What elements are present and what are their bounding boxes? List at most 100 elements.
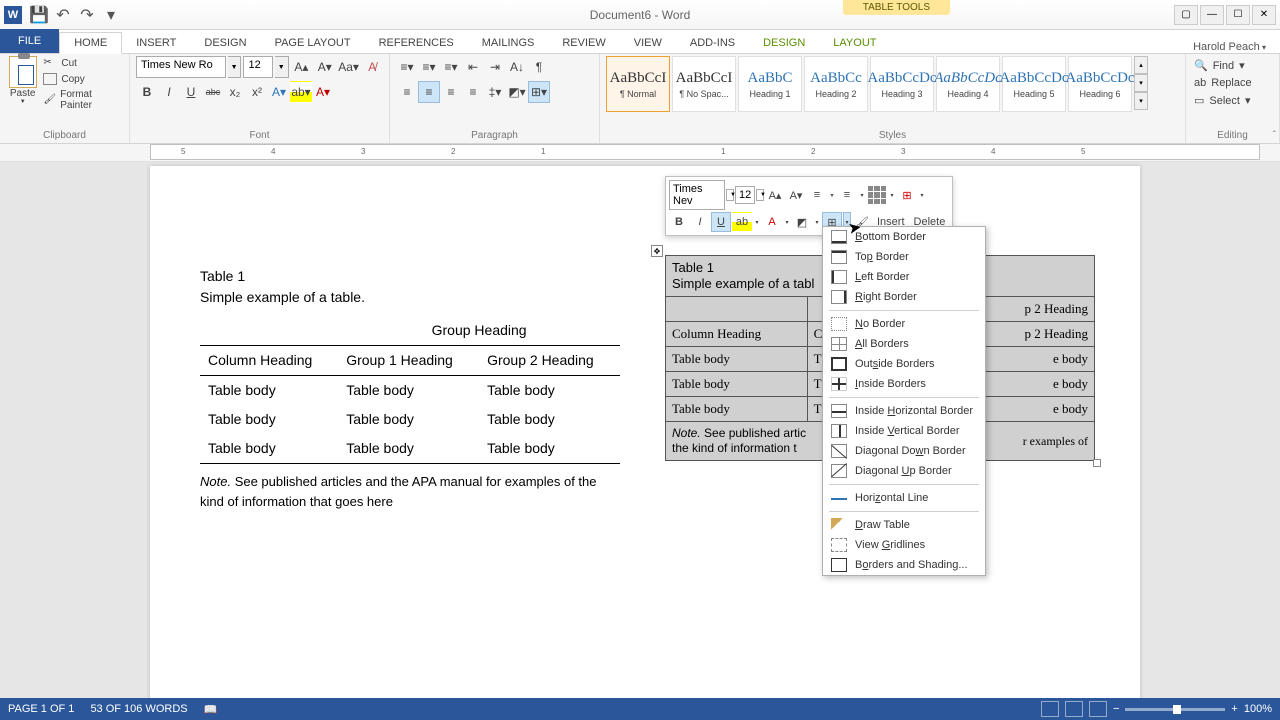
mini-shading[interactable]: ◩ bbox=[792, 212, 812, 232]
style--normal[interactable]: AaBbCcI¶ Normal bbox=[606, 56, 670, 112]
mini-font-color[interactable]: A bbox=[762, 212, 782, 232]
qat-redo[interactable]: ↷ bbox=[76, 4, 98, 26]
shading-button[interactable]: ◩▾ bbox=[506, 81, 528, 103]
format-painter-button[interactable]: 🖌Format Painter bbox=[41, 88, 123, 112]
page-indicator[interactable]: PAGE 1 OF 1 bbox=[8, 703, 74, 715]
styles-gallery[interactable]: AaBbCcI¶ NormalAaBbCcI¶ No Spac...AaBbCH… bbox=[606, 56, 1179, 112]
tab-table-layout[interactable]: LAYOUT bbox=[819, 33, 890, 53]
line-spacing-button[interactable]: ‡▾ bbox=[484, 81, 506, 103]
tab-file[interactable]: FILE bbox=[0, 29, 59, 53]
replace-button[interactable]: abReplace bbox=[1192, 76, 1273, 90]
align-right-button[interactable]: ≡ bbox=[440, 81, 462, 103]
tab-references[interactable]: REFERENCES bbox=[365, 33, 468, 53]
italic-button[interactable]: I bbox=[158, 81, 180, 103]
maximize-button[interactable]: ☐ bbox=[1226, 5, 1250, 25]
web-layout-button[interactable] bbox=[1089, 701, 1107, 717]
bold-button[interactable]: B bbox=[136, 81, 158, 103]
multilevel-button[interactable]: ≡▾ bbox=[440, 56, 462, 78]
select-button[interactable]: ▭Select ▾ bbox=[1192, 93, 1273, 108]
qat-customize[interactable]: ▾ bbox=[100, 4, 122, 26]
window-options[interactable]: ▢ bbox=[1174, 5, 1198, 25]
borders-and-shading[interactable]: Borders and Shading... bbox=[823, 555, 985, 575]
align-center-button[interactable]: ≡ bbox=[418, 81, 440, 103]
borders-button[interactable]: ⊞▾ bbox=[528, 81, 550, 103]
border-left[interactable]: Left Border bbox=[823, 267, 985, 287]
word-count[interactable]: 53 OF 106 WORDS bbox=[90, 703, 187, 715]
border-bottom[interactable]: Bottom Border bbox=[823, 227, 985, 247]
tab-home[interactable]: HOME bbox=[59, 32, 122, 54]
zoom-in-button[interactable]: + bbox=[1231, 703, 1237, 715]
border-inside-vertical[interactable]: Inside Vertical Border bbox=[823, 421, 985, 441]
tab-view[interactable]: VIEW bbox=[620, 33, 676, 53]
tab-addins[interactable]: ADD-INS bbox=[676, 33, 749, 53]
text-effects-button[interactable]: A▾ bbox=[268, 81, 290, 103]
minimize-button[interactable]: — bbox=[1200, 5, 1224, 25]
tab-review[interactable]: REVIEW bbox=[548, 33, 619, 53]
tab-insert[interactable]: INSERT bbox=[122, 33, 190, 53]
horizontal-line[interactable]: Horizontal Line bbox=[823, 488, 985, 508]
tab-mailings[interactable]: MAILINGS bbox=[468, 33, 549, 53]
style-heading-6[interactable]: AaBbCcDcHeading 6 bbox=[1068, 56, 1132, 112]
underline-button[interactable]: U bbox=[180, 81, 202, 103]
font-size-select[interactable]: 12 bbox=[243, 56, 272, 78]
mini-italic[interactable]: I bbox=[690, 212, 710, 232]
table-move-handle[interactable]: ✥ bbox=[651, 245, 663, 257]
qat-undo[interactable]: ↶ bbox=[52, 4, 74, 26]
mini-grow-font[interactable]: A▴ bbox=[765, 185, 785, 205]
style-heading-3[interactable]: AaBbCcDcHeading 3 bbox=[870, 56, 934, 112]
print-layout-button[interactable] bbox=[1065, 701, 1083, 717]
style-heading-5[interactable]: AaBbCcDcHeading 5 bbox=[1002, 56, 1066, 112]
border-right[interactable]: Right Border bbox=[823, 287, 985, 307]
font-size-arrow[interactable]: ▼ bbox=[275, 56, 289, 78]
zoom-slider[interactable] bbox=[1125, 708, 1225, 711]
mini-font-name[interactable]: Times Nev bbox=[669, 180, 725, 210]
proofing-icon[interactable]: 📖 bbox=[204, 703, 218, 716]
mini-shrink-font[interactable]: A▾ bbox=[786, 185, 806, 205]
shrink-font-button[interactable]: A▾ bbox=[314, 56, 335, 78]
zoom-out-button[interactable]: − bbox=[1113, 703, 1119, 715]
highlight-button[interactable]: ab▾ bbox=[290, 81, 312, 103]
border-none[interactable]: No Border bbox=[823, 314, 985, 334]
font-name-arrow[interactable]: ▼ bbox=[228, 56, 242, 78]
subscript-button[interactable]: x₂ bbox=[224, 81, 246, 103]
styles-scroll[interactable]: ▾ bbox=[1134, 74, 1148, 92]
border-all[interactable]: All Borders bbox=[823, 334, 985, 354]
font-name-select[interactable]: Times New Ro bbox=[136, 56, 226, 78]
border-diagonal-down[interactable]: Diagonal Down Border bbox=[823, 441, 985, 461]
styles-scroll[interactable]: ▴ bbox=[1134, 56, 1148, 74]
border-diagonal-up[interactable]: Diagonal Up Border bbox=[823, 461, 985, 481]
justify-button[interactable]: ≡ bbox=[462, 81, 484, 103]
qat-save[interactable]: 💾 bbox=[28, 4, 50, 26]
style--no-spac-[interactable]: AaBbCcI¶ No Spac... bbox=[672, 56, 736, 112]
superscript-button[interactable]: x² bbox=[246, 81, 268, 103]
border-inside-horizontal[interactable]: Inside Horizontal Border bbox=[823, 401, 985, 421]
paste-button[interactable]: Paste ▼ bbox=[6, 56, 39, 105]
clear-formatting-button[interactable]: A̸ bbox=[362, 56, 383, 78]
sort-button[interactable]: A↓ bbox=[506, 56, 528, 78]
style-heading-2[interactable]: AaBbCcHeading 2 bbox=[804, 56, 868, 112]
align-left-button[interactable]: ≡ bbox=[396, 81, 418, 103]
mini-delete-table[interactable]: ⊞ bbox=[897, 185, 917, 205]
read-mode-button[interactable] bbox=[1041, 701, 1059, 717]
zoom-level[interactable]: 100% bbox=[1244, 703, 1272, 715]
user-menu[interactable]: Harold Peach bbox=[1193, 41, 1266, 53]
mini-font-size[interactable]: 12 bbox=[735, 186, 755, 204]
styles-scroll[interactable]: ▾ bbox=[1134, 92, 1148, 110]
border-inside[interactable]: Inside Borders bbox=[823, 374, 985, 394]
view-gridlines[interactable]: View Gridlines bbox=[823, 535, 985, 555]
find-button[interactable]: 🔍Find ▾ bbox=[1192, 58, 1273, 73]
copy-button[interactable]: Copy bbox=[41, 72, 123, 86]
mini-insert-table[interactable] bbox=[867, 185, 887, 205]
border-outside[interactable]: Outside Borders bbox=[823, 354, 985, 374]
ruler[interactable]: 5432112345 bbox=[0, 144, 1280, 162]
cut-button[interactable]: ✂Cut bbox=[41, 56, 123, 70]
tab-pagelayout[interactable]: PAGE LAYOUT bbox=[261, 33, 365, 53]
numbering-button[interactable]: ≡▾ bbox=[418, 56, 440, 78]
collapse-ribbon-button[interactable]: ˆ bbox=[1273, 130, 1276, 141]
grow-font-button[interactable]: A▴ bbox=[291, 56, 312, 78]
mini-bullets[interactable]: ≡ bbox=[807, 185, 827, 205]
increase-indent-button[interactable]: ⇥ bbox=[484, 56, 506, 78]
strike-button[interactable]: abc bbox=[202, 81, 224, 103]
mini-numbering[interactable]: ≡ bbox=[837, 185, 857, 205]
style-heading-1[interactable]: AaBbCHeading 1 bbox=[738, 56, 802, 112]
